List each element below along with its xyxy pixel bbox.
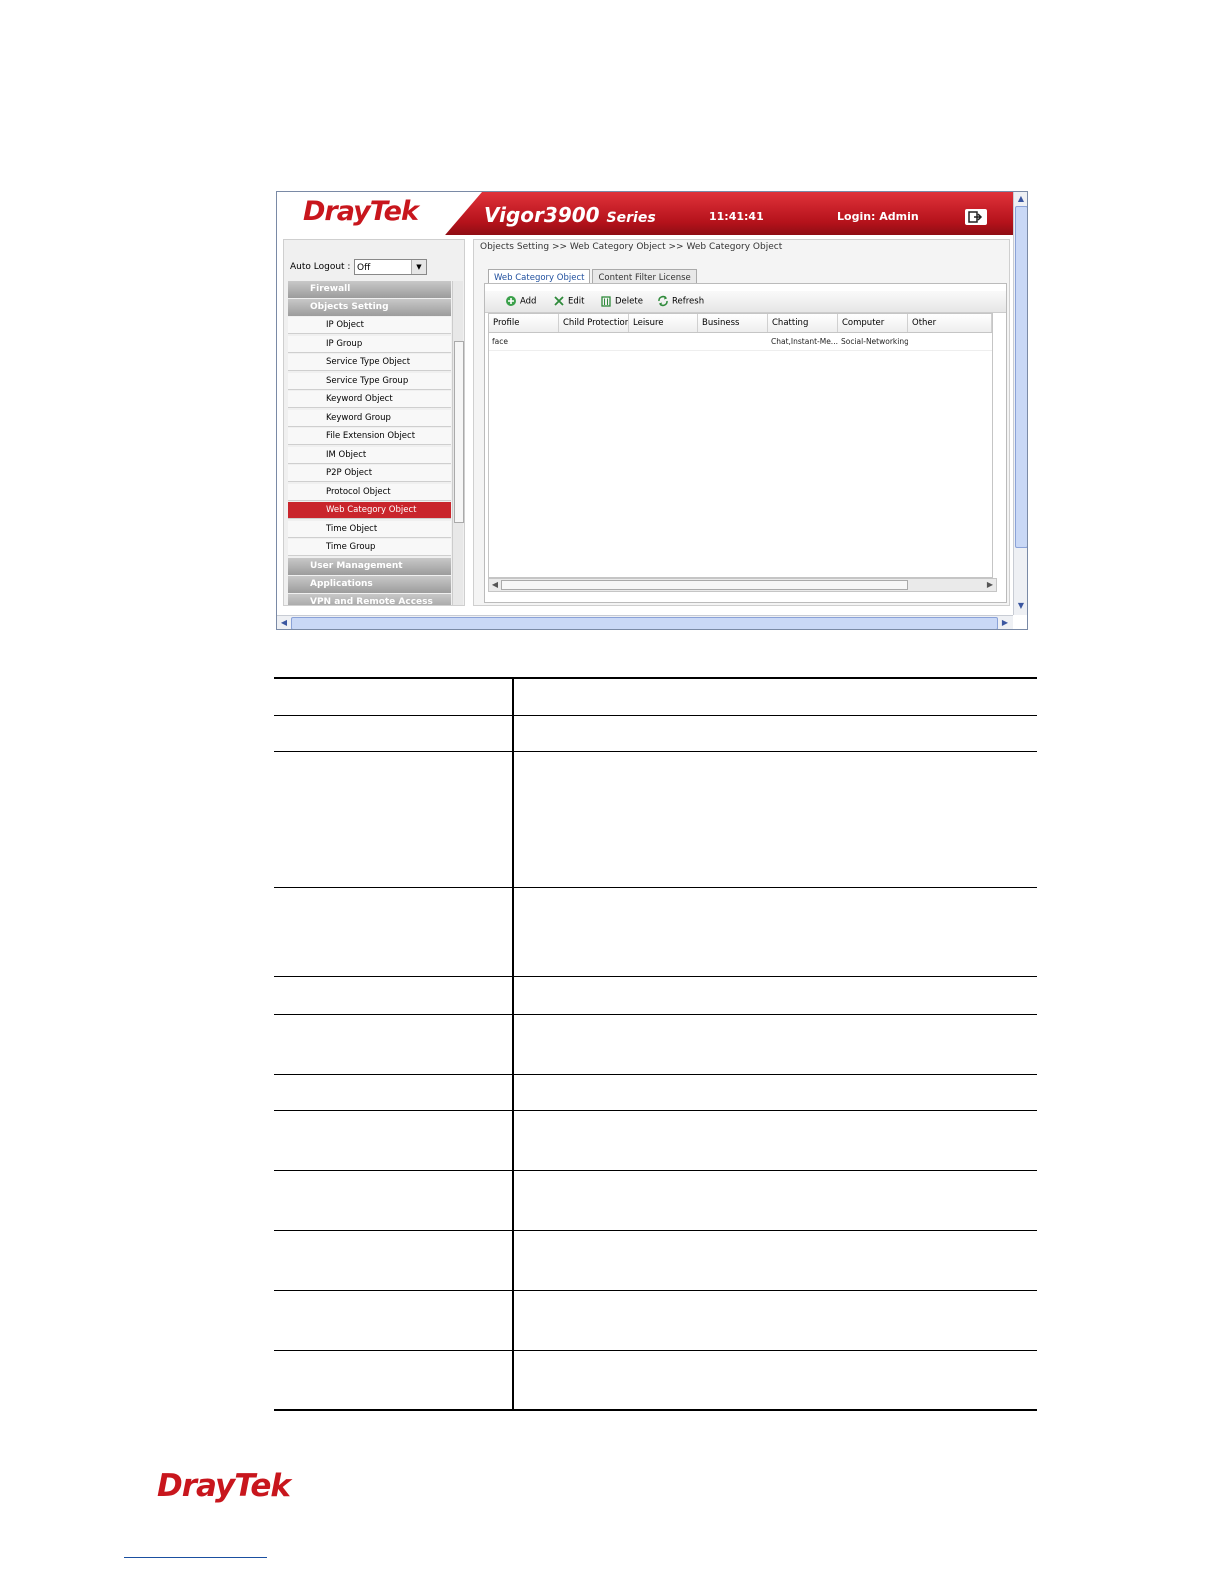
sidebar-item-firewall[interactable]: Firewall <box>288 281 451 298</box>
footer-draytek-logo: DrayTek <box>157 1468 291 1504</box>
sidebar-item-service-type-object[interactable]: Service Type Object <box>288 354 451 371</box>
column-header-leisure[interactable]: Leisure <box>629 314 698 332</box>
login-status: Login: Admin <box>837 210 919 223</box>
scroll-left-icon[interactable]: ◀ <box>278 617 290 629</box>
column-header-business[interactable]: Business <box>698 314 768 332</box>
clock: 11:41:41 <box>709 210 764 223</box>
trash-icon <box>601 296 611 307</box>
window-horizontal-scrollbar[interactable]: ◀ ▶ <box>277 615 1013 629</box>
add-button[interactable]: Add <box>505 295 536 307</box>
column-header-child-protection[interactable]: Child Protection <box>559 314 629 332</box>
window-vertical-scrollbar[interactable]: ▲ ▼ <box>1013 192 1027 615</box>
column-header-computer[interactable]: Computer <box>838 314 908 332</box>
sidebar-item-ip-group[interactable]: IP Group <box>288 335 451 353</box>
edit-icon <box>554 296 564 306</box>
sidebar-item-service-type-group[interactable]: Service Type Group <box>288 372 451 390</box>
add-icon <box>506 296 516 306</box>
footer-rule <box>124 1557 267 1558</box>
table-cell <box>908 334 992 350</box>
sidebar-menu: Firewall Objects Setting IP Object IP Group… <box>288 281 451 605</box>
auto-logout-select[interactable]: Off ▼ <box>354 259 427 275</box>
header-banner: DrayTek Vigor3900 Series 11:41:41 Login:… <box>277 192 1013 235</box>
refresh-icon <box>658 295 668 307</box>
table-cell <box>559 334 629 350</box>
column-header-other[interactable]: Other <box>908 314 992 332</box>
table-cell: Social-Networking <box>841 337 908 346</box>
edit-button[interactable]: Edit <box>553 295 584 307</box>
sidebar-item-keyword-group[interactable]: Keyword Group <box>288 409 451 427</box>
sidebar-scrollbar[interactable] <box>452 281 464 605</box>
sidebar-item-vpn-and-remote-access[interactable]: VPN and Remote Access <box>288 593 451 605</box>
sidebar-item-im-object[interactable]: IM Object <box>288 446 451 464</box>
table-cell <box>698 334 768 350</box>
scroll-right-icon[interactable]: ▶ <box>999 617 1011 629</box>
sidebar-item-p2p-object[interactable]: P2P Object <box>288 465 451 482</box>
description-table <box>274 677 1037 1411</box>
scroll-up-icon[interactable]: ▲ <box>1015 193 1027 205</box>
table-cell <box>629 334 698 350</box>
table-cell: face <box>492 337 508 346</box>
sidebar: Auto Logout : Off ▼ Firewall Objects Sett… <box>283 239 465 606</box>
column-header-profile[interactable]: Profile <box>489 314 559 332</box>
draytek-logo: DrayTek <box>303 196 419 227</box>
grid-header: Profile Child Protection Leisure Business Ch… <box>489 314 992 333</box>
sidebar-item-time-group[interactable]: Time Group <box>288 539 451 556</box>
delete-button[interactable]: Delete <box>600 295 643 307</box>
auto-logout-label: Auto Logout : <box>290 262 351 272</box>
sidebar-item-web-category-object[interactable]: Web Category Object <box>288 502 451 519</box>
column-header-chatting[interactable]: Chatting <box>768 314 838 332</box>
breadcrumb: Objects Setting >> Web Category Object >… <box>480 242 783 252</box>
scroll-right-icon[interactable]: ▶ <box>984 579 996 591</box>
tab-panel: Add Edit Delete Refresh Profile Child Pro… <box>484 283 1007 603</box>
grid-horizontal-scrollbar[interactable]: ◀ ▶ <box>488 578 997 592</box>
sidebar-item-applications[interactable]: Applications <box>288 575 451 593</box>
scroll-down-icon[interactable]: ▼ <box>1015 600 1027 612</box>
scroll-left-icon[interactable]: ◀ <box>489 579 501 591</box>
sidebar-item-keyword-object[interactable]: Keyword Object <box>288 391 451 408</box>
sidebar-item-ip-object[interactable]: IP Object <box>288 317 451 334</box>
screenshot-window: DrayTek Vigor3900 Series 11:41:41 Login:… <box>276 191 1028 630</box>
toolbar: Add Edit Delete Refresh <box>485 291 1006 313</box>
logout-icon <box>968 211 983 223</box>
product-title: Vigor3900 Series <box>484 203 656 227</box>
logout-button[interactable] <box>965 209 987 225</box>
chevron-down-icon: ▼ <box>411 260 426 274</box>
table-cell: Chat,Instant-Me... <box>771 337 838 346</box>
web-category-grid: Profile Child Protection Leisure Business Ch… <box>488 313 993 578</box>
sidebar-item-user-management[interactable]: User Management <box>288 557 451 575</box>
sidebar-item-time-object[interactable]: Time Object <box>288 520 451 538</box>
sidebar-item-file-extension-object[interactable]: File Extension Object <box>288 428 451 445</box>
sidebar-item-protocol-object[interactable]: Protocol Object <box>288 483 451 501</box>
refresh-button[interactable]: Refresh <box>657 295 704 307</box>
main-content: Objects Setting >> Web Category Object >… <box>473 239 1010 606</box>
sidebar-item-objects-setting[interactable]: Objects Setting <box>288 299 451 316</box>
